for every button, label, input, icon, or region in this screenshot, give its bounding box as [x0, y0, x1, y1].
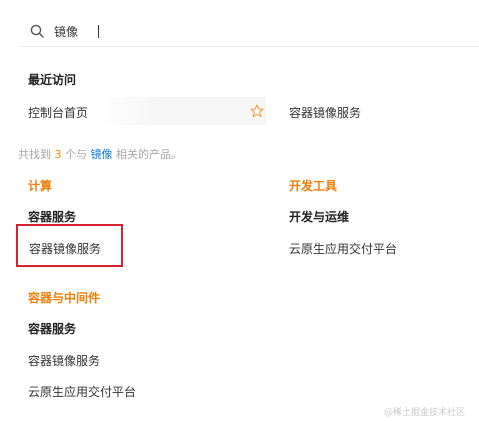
category-title-dev-tools: 开发工具 [289, 179, 338, 193]
hover-highlight [98, 97, 266, 125]
text-cursor [98, 25, 99, 38]
result-count: 3 [54, 148, 62, 161]
recent-item-container-registry[interactable]: 容器镜像服务 [289, 104, 361, 121]
recent-visits-title: 最近访问 [28, 73, 77, 87]
category-title-compute: 计算 [28, 179, 53, 193]
result-item-container-registry-2[interactable]: 容器镜像服务 [28, 352, 100, 369]
summary-prefix: 共找到 [18, 148, 51, 161]
highlight-annotation-box [16, 224, 123, 267]
category-title-container-middleware: 容器与中间件 [28, 291, 101, 305]
result-item-cloud-native-delivery[interactable]: 云原生应用交付平台 [289, 240, 397, 257]
group-title-container-service: 容器服务 [28, 210, 77, 224]
results-summary: 共找到 3 个与 镜像 相关的产品。 [18, 146, 182, 162]
recent-item-label: 控制台首页 [28, 106, 89, 120]
summary-suffix: 相关的产品。 [116, 148, 182, 161]
search-bar[interactable] [18, 16, 479, 47]
group-title-devops: 开发与运维 [289, 210, 350, 224]
recent-item-console-home[interactable]: 控制台首页 [18, 97, 268, 125]
result-item-cloud-native-delivery-2[interactable]: 云原生应用交付平台 [28, 383, 136, 400]
summary-middle: 个与 [65, 148, 87, 161]
star-icon[interactable] [250, 104, 264, 118]
watermark: @稀土掘金技术社区 [384, 408, 466, 418]
group-title-container-service-2: 容器服务 [28, 322, 77, 336]
search-keyword: 镜像 [90, 148, 113, 161]
search-icon [30, 24, 44, 38]
search-input[interactable] [54, 21, 454, 41]
search-results-panel: 最近访问 控制台首页 容器镜像服务 共找到 3 个与 镜像 相关的产品。 计算 … [0, 0, 479, 421]
